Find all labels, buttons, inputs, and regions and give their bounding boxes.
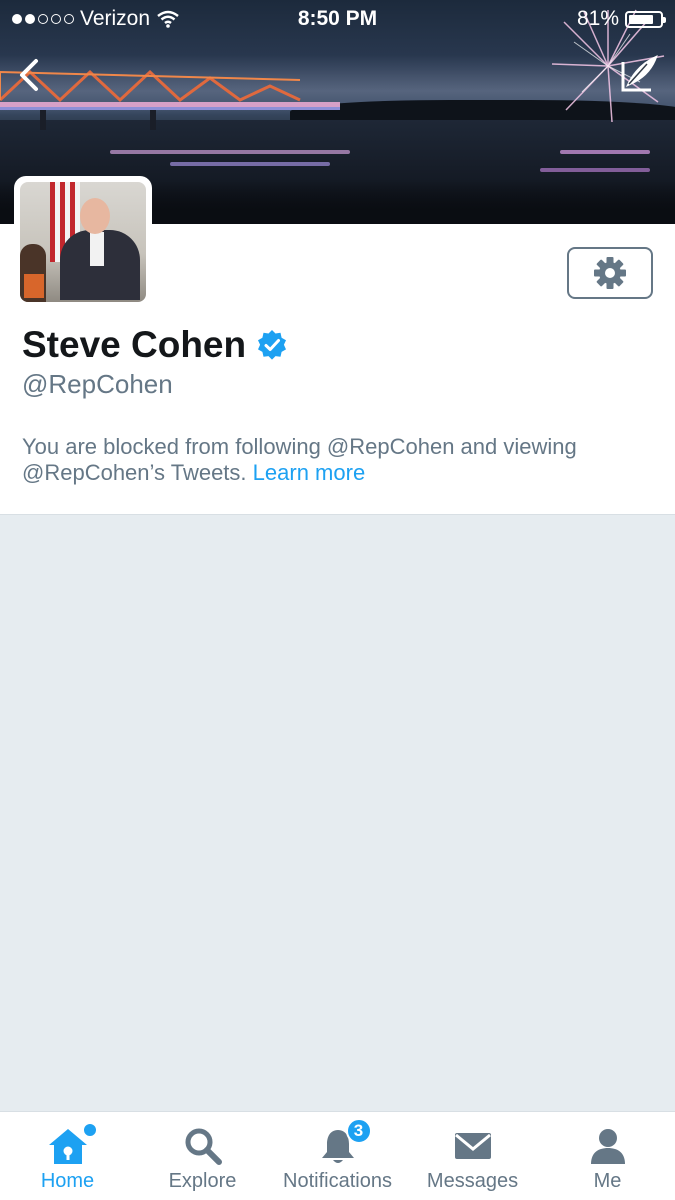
status-bar: Verizon 8:50 PM 81% xyxy=(0,0,675,38)
tab-me[interactable]: Me xyxy=(540,1112,675,1200)
tab-label: Messages xyxy=(426,1170,519,1192)
search-icon xyxy=(185,1128,222,1165)
tab-label: Home xyxy=(40,1170,95,1192)
tab-label: Notifications xyxy=(283,1170,392,1192)
bridge-illustration xyxy=(0,69,340,130)
new-content-dot xyxy=(81,1122,98,1138)
status-time: 8:50 PM xyxy=(297,7,378,30)
learn-more-link[interactable]: Learn more xyxy=(253,460,366,485)
tab-explore[interactable]: Explore xyxy=(135,1112,270,1200)
avatar-person-left-shirt xyxy=(24,274,44,298)
tab-label: Me xyxy=(593,1170,622,1192)
reflection xyxy=(560,150,650,154)
chevron-left-icon xyxy=(20,59,38,91)
notification-count-badge: 3 xyxy=(345,1118,372,1144)
avatar xyxy=(20,182,146,302)
profile-card: Steve Cohen @RepCohen You are blocked fr… xyxy=(0,176,675,514)
avatar-person-shirt xyxy=(90,232,104,266)
tab-home[interactable]: Home xyxy=(0,1112,135,1200)
battery-percent: 81% xyxy=(576,7,619,30)
reflection xyxy=(170,162,330,166)
avatar-person-head xyxy=(80,198,110,234)
verified-badge-icon xyxy=(258,330,287,360)
battery-icon xyxy=(625,10,666,28)
gear-icon xyxy=(594,257,626,289)
avatar-frame[interactable] xyxy=(14,176,152,308)
feather-compose-icon xyxy=(621,55,658,92)
profile-name: Steve Cohen xyxy=(22,324,247,365)
tab-label: Explore xyxy=(168,1170,237,1192)
person-icon xyxy=(590,1129,625,1164)
settings-button[interactable] xyxy=(567,247,653,299)
tab-messages[interactable]: Messages xyxy=(405,1112,540,1200)
profile-name-row: Steve Cohen xyxy=(22,324,288,366)
bottom-tab-bar: Home Explore 3 Notifications Messages Me xyxy=(0,1111,675,1200)
compose-button[interactable] xyxy=(617,52,661,96)
tab-notifications[interactable]: 3 Notifications xyxy=(270,1112,405,1200)
timeline-empty-area xyxy=(0,515,675,1111)
blocked-notice: You are blocked from following @RepCohen… xyxy=(22,434,652,486)
back-button[interactable] xyxy=(10,55,50,95)
envelope-icon xyxy=(454,1133,491,1159)
reflection xyxy=(540,168,650,172)
reflection xyxy=(110,150,350,154)
battery-indicator: 81% xyxy=(576,7,666,31)
profile-handle: @RepCohen xyxy=(22,369,173,399)
